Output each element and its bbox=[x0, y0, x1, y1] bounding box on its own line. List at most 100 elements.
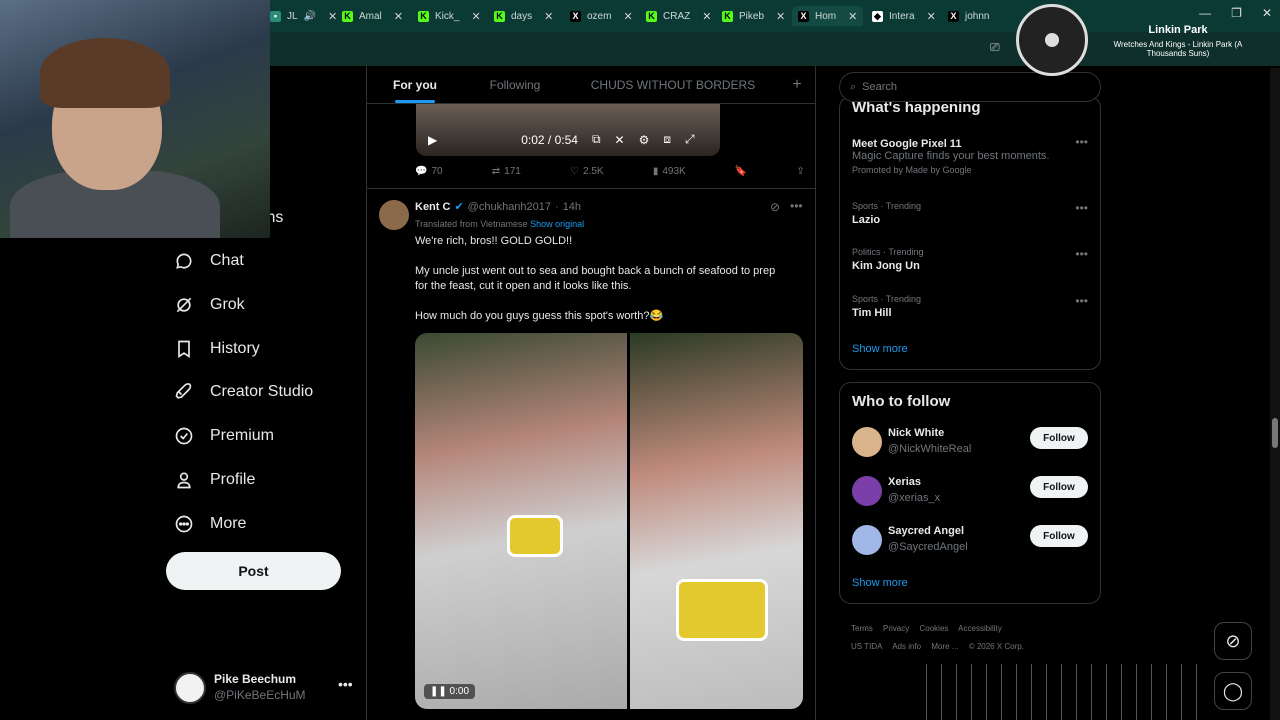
trend-item[interactable]: Sports · Trending Tim Hill ••• bbox=[852, 294, 1088, 319]
close-tab-icon[interactable]: ✕ bbox=[328, 10, 337, 23]
x-icon: X bbox=[948, 10, 959, 22]
cast-icon[interactable]: ⎚ bbox=[990, 40, 1000, 55]
like-button[interactable]: ♡ 2.5K bbox=[570, 166, 604, 177]
footer-link[interactable]: More ... bbox=[931, 642, 958, 651]
repost-button[interactable]: ⇄ 171 bbox=[492, 166, 521, 177]
more-dots-icon[interactable]: ••• bbox=[1075, 294, 1088, 308]
verified-badge-icon bbox=[175, 427, 193, 445]
browser-tab[interactable]: ▪ JL 🔊 ✕ bbox=[270, 6, 337, 26]
avatar bbox=[852, 476, 882, 506]
kick-icon: K bbox=[646, 10, 657, 22]
nav-item-creator-studio[interactable]: Creator Studio bbox=[174, 382, 313, 402]
browser-tab[interactable]: K Amal ✕ bbox=[342, 6, 403, 26]
show-more-link[interactable]: Show more bbox=[852, 577, 908, 589]
speaker-icon: 🔊 bbox=[303, 10, 317, 22]
video-timestamp: ❚❚ 0:00 bbox=[424, 684, 476, 699]
tab-following[interactable]: Following bbox=[463, 66, 567, 103]
footer-link[interactable]: Accessibility bbox=[958, 624, 1002, 633]
more-dots-icon[interactable]: ••• bbox=[1075, 201, 1088, 215]
tweet-time[interactable]: 14h bbox=[563, 201, 581, 213]
follow-suggestion[interactable]: Saycred Angel @SaycredAngel Follow bbox=[852, 525, 1092, 561]
tweet-video-left[interactable] bbox=[415, 333, 627, 709]
show-more-link[interactable]: Show more bbox=[852, 343, 908, 355]
nav-item-chat[interactable]: Chat bbox=[174, 251, 244, 271]
rocket-icon bbox=[175, 383, 192, 399]
post-button[interactable]: Post bbox=[166, 552, 341, 590]
repost-icon: ⇄ bbox=[491, 166, 501, 177]
browser-tab-active[interactable]: X Hom ✕ bbox=[792, 6, 864, 26]
who-to-follow-title: Who to follow bbox=[852, 393, 951, 410]
browser-tab[interactable]: Xjohnn bbox=[948, 6, 989, 26]
footer-link[interactable]: Privacy bbox=[883, 624, 909, 633]
account-handle: @PiKeBeEcHuM bbox=[214, 688, 306, 702]
avatar[interactable] bbox=[379, 200, 409, 230]
share-button[interactable]: ⇪ bbox=[797, 166, 805, 177]
close-tab-icon[interactable]: ✕ bbox=[927, 10, 936, 23]
kick-icon: K bbox=[494, 10, 505, 22]
trend-item[interactable]: Sports · Trending Lazio ••• bbox=[852, 201, 1088, 226]
trend-item[interactable]: Meet Google Pixel 11 Magic Capture finds… bbox=[852, 135, 1088, 175]
browser-tab[interactable]: Xozem ✕ bbox=[570, 6, 633, 26]
browser-tab[interactable]: K Kick_ ✕ bbox=[418, 6, 481, 26]
search-input[interactable]: ⌕ Search bbox=[839, 72, 1101, 102]
bookmark-button[interactable]: 🔖 bbox=[735, 166, 747, 177]
more-dots-icon[interactable]: ••• bbox=[1075, 135, 1088, 149]
browser-tab[interactable]: K CRAZ ✕ bbox=[646, 6, 711, 26]
close-tab-icon[interactable]: ✕ bbox=[702, 10, 711, 23]
scrollbar[interactable] bbox=[1270, 68, 1280, 720]
footer-link[interactable]: Terms bbox=[851, 624, 873, 633]
close-tab-icon[interactable]: ✕ bbox=[776, 10, 785, 23]
author-name[interactable]: Kent C bbox=[415, 201, 450, 213]
follow-suggestion[interactable]: Xerias @xerias_x Follow bbox=[852, 476, 1092, 512]
nav-item-history[interactable]: History bbox=[174, 339, 260, 359]
mute-icon[interactable]: ✕ bbox=[615, 133, 625, 147]
video-player[interactable]: ▶ 0:02 / 0:54 ⧉ ✕ ⚙ ⧈ ⤢ bbox=[416, 104, 720, 156]
follow-button[interactable]: Follow bbox=[1030, 427, 1088, 449]
scrollbar-thumb[interactable] bbox=[1272, 418, 1278, 448]
nav-item-grok[interactable]: Grok bbox=[174, 295, 245, 315]
close-tab-icon[interactable]: ✕ bbox=[394, 10, 403, 23]
close-tab-icon[interactable]: ✕ bbox=[623, 10, 632, 23]
author-handle[interactable]: @chukhanh2017 bbox=[468, 201, 551, 213]
more-dots-icon[interactable]: ••• bbox=[338, 676, 353, 692]
add-tab-icon[interactable]: + bbox=[779, 66, 815, 103]
nav-item-profile[interactable]: Profile bbox=[174, 470, 255, 490]
browser-tab[interactable]: ◆ Intera ✕ bbox=[872, 6, 936, 26]
footer-link[interactable]: Cookies bbox=[919, 624, 948, 633]
tab-for-you[interactable]: For you bbox=[367, 66, 463, 103]
captions-icon[interactable]: ⧉ bbox=[592, 132, 601, 147]
copyright: © 2026 X Corp. bbox=[968, 642, 1024, 651]
trend-item[interactable]: Politics · Trending Kim Jong Un ••• bbox=[852, 247, 1088, 272]
browser-tab[interactable]: Kdays ✕ bbox=[494, 6, 553, 26]
fullscreen-icon[interactable]: ⤢ bbox=[685, 132, 695, 147]
footer-links: Terms Privacy Cookies Accessibility US T… bbox=[851, 620, 1101, 656]
pip-icon[interactable]: ⧈ bbox=[663, 132, 671, 147]
pause-icon[interactable]: ❚❚ bbox=[430, 686, 447, 697]
footer-link[interactable]: Ads info bbox=[892, 642, 921, 651]
tweet-video-right[interactable] bbox=[630, 333, 803, 709]
reply-button[interactable]: 💬 70 bbox=[415, 166, 443, 177]
views-button[interactable]: ▮ 493K bbox=[653, 166, 686, 177]
grok-floating-button[interactable]: ⊘ bbox=[1214, 622, 1252, 660]
close-tab-icon[interactable]: ✕ bbox=[848, 10, 857, 23]
close-tab-icon[interactable]: ✕ bbox=[544, 10, 553, 23]
more-dots-icon[interactable]: ••• bbox=[1075, 247, 1088, 261]
grok-icon[interactable]: ⊘ bbox=[770, 200, 780, 214]
follow-button[interactable]: Follow bbox=[1030, 525, 1088, 547]
more-dots-icon[interactable]: ••• bbox=[790, 199, 803, 213]
account-switcher[interactable]: Pike Beechum @PiKeBeEcHuM ••• bbox=[174, 668, 354, 708]
show-original-link[interactable]: Show original bbox=[530, 219, 584, 229]
follow-suggestion[interactable]: Nick White @NickWhiteReal Follow bbox=[852, 427, 1092, 463]
browser-tab[interactable]: K Pikeb ✕ bbox=[722, 6, 785, 26]
messages-floating-button[interactable]: ◯ bbox=[1214, 672, 1252, 710]
tab-chuds-without-borders[interactable]: CHUDS WITHOUT BORDERS bbox=[567, 66, 779, 103]
verified-icon: ✔ bbox=[454, 201, 464, 213]
nav-item-premium[interactable]: Premium bbox=[174, 426, 274, 446]
close-tab-icon[interactable]: ✕ bbox=[471, 10, 480, 23]
nav-item-more[interactable]: More bbox=[174, 514, 246, 534]
bookmark-icon bbox=[178, 340, 190, 359]
play-icon[interactable]: ▶ bbox=[428, 133, 437, 147]
settings-icon[interactable]: ⚙ bbox=[639, 133, 650, 147]
footer-link[interactable]: US TIDA bbox=[851, 642, 882, 651]
follow-button[interactable]: Follow bbox=[1030, 476, 1088, 498]
